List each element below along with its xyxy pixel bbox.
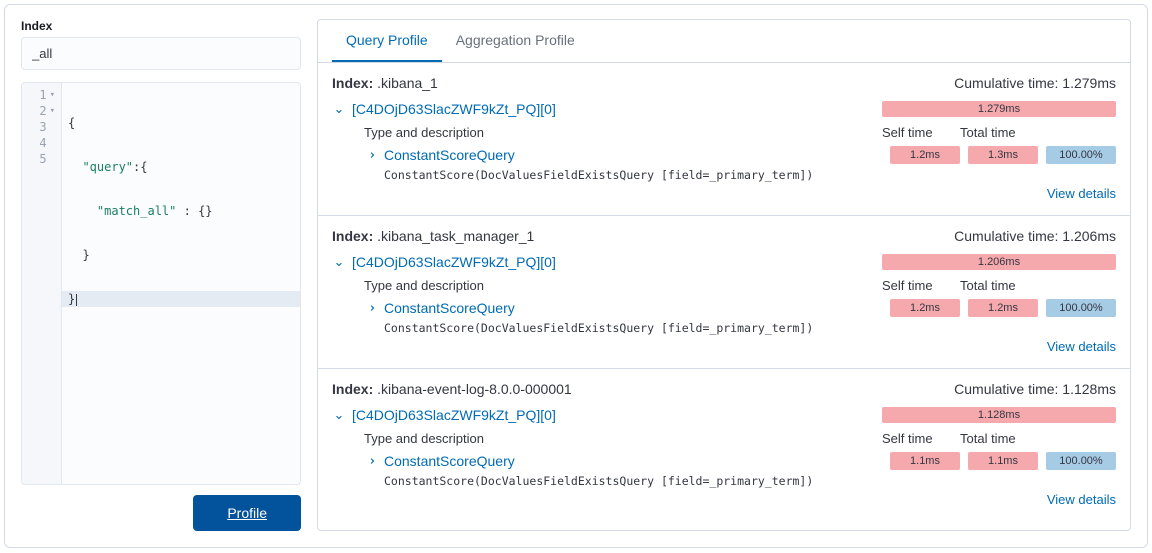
pct-chip: 100.00%	[1046, 146, 1116, 164]
self-time-header: Self time	[882, 431, 960, 446]
self-time-chip: 1.2ms	[890, 299, 960, 317]
self-time-header: Self time	[882, 278, 960, 293]
total-time-chip: 1.3ms	[968, 146, 1038, 164]
self-time-chip: 1.1ms	[890, 452, 960, 470]
query-detail: ConstantScore(DocValuesFieldExistsQuery …	[332, 168, 1116, 182]
index-name: Index: .kibana-event-log-8.0.0-000001	[332, 381, 572, 397]
type-description-header: Type and description	[364, 125, 882, 140]
index-input[interactable]	[21, 37, 301, 70]
chevron-down-icon[interactable]: ⌄	[332, 254, 346, 270]
profiler-panel: Index 1▾ 2▾ 3▾ 4▾ 5▾ { "query":{ "match_…	[4, 4, 1148, 548]
type-description-header: Type and description	[364, 431, 882, 446]
view-details-link[interactable]: View details	[1047, 339, 1116, 354]
editor-gutter: 1▾ 2▾ 3▾ 4▾ 5▾	[22, 83, 62, 484]
chevron-right-icon[interactable]: ⌄	[362, 148, 378, 162]
chevron-down-icon[interactable]: ⌄	[332, 101, 346, 117]
shard-link[interactable]: [C4DOjD63SlacZWF9kZt_PQ][0]	[352, 254, 556, 270]
total-time-header: Total time	[960, 125, 1038, 140]
cumulative-time: Cumulative time: 1.206ms	[954, 228, 1116, 244]
view-details-link[interactable]: View details	[1047, 186, 1116, 201]
total-time-chip: 1.2ms	[968, 299, 1038, 317]
result-block: Index: .kibana_task_manager_1 Cumulative…	[318, 216, 1130, 369]
total-time-bar: 1.128ms	[882, 407, 1116, 423]
query-name-link[interactable]: ⌄ ConstantScoreQuery	[364, 453, 882, 469]
results-list[interactable]: Index: .kibana_1 Cumulative time: 1.279m…	[318, 63, 1130, 530]
total-time-header: Total time	[960, 278, 1038, 293]
results-pane: Query Profile Aggregation Profile Index:…	[317, 19, 1131, 531]
view-details-link[interactable]: View details	[1047, 492, 1116, 507]
pct-chip: 100.00%	[1046, 452, 1116, 470]
shard-link[interactable]: [C4DOjD63SlacZWF9kZt_PQ][0]	[352, 407, 556, 423]
editor-code[interactable]: { "query":{ "match_all" : {} } }	[62, 83, 300, 484]
left-pane: Index 1▾ 2▾ 3▾ 4▾ 5▾ { "query":{ "match_…	[21, 19, 301, 531]
self-time-header: Self time	[882, 125, 960, 140]
shard-link[interactable]: [C4DOjD63SlacZWF9kZt_PQ][0]	[352, 101, 556, 117]
tab-aggregation-profile[interactable]: Aggregation Profile	[442, 20, 589, 62]
chevron-right-icon[interactable]: ⌄	[362, 454, 378, 468]
cumulative-time: Cumulative time: 1.128ms	[954, 381, 1116, 397]
chevron-down-icon[interactable]: ⌄	[332, 407, 346, 423]
index-label: Index	[21, 19, 301, 33]
type-description-header: Type and description	[364, 278, 882, 293]
self-time-chip: 1.2ms	[890, 146, 960, 164]
index-name: Index: .kibana_task_manager_1	[332, 228, 534, 244]
pct-chip: 100.00%	[1046, 299, 1116, 317]
total-time-bar: 1.279ms	[882, 101, 1116, 117]
result-block: Index: .kibana-event-log-8.0.0-000001 Cu…	[318, 369, 1130, 521]
tab-query-profile[interactable]: Query Profile	[332, 20, 442, 62]
total-time-bar: 1.206ms	[882, 254, 1116, 270]
result-block: Index: .kibana_1 Cumulative time: 1.279m…	[318, 63, 1130, 216]
index-name: Index: .kibana_1	[332, 75, 438, 91]
total-time-chip: 1.1ms	[968, 452, 1038, 470]
query-detail: ConstantScore(DocValuesFieldExistsQuery …	[332, 321, 1116, 335]
query-name-link[interactable]: ⌄ ConstantScoreQuery	[364, 147, 882, 163]
total-time-header: Total time	[960, 431, 1038, 446]
profile-button[interactable]: Profile	[193, 495, 301, 531]
tabs: Query Profile Aggregation Profile	[318, 20, 1130, 63]
query-name-link[interactable]: ⌄ ConstantScoreQuery	[364, 300, 882, 316]
query-detail: ConstantScore(DocValuesFieldExistsQuery …	[332, 474, 1116, 488]
cumulative-time: Cumulative time: 1.279ms	[954, 75, 1116, 91]
chevron-right-icon[interactable]: ⌄	[362, 301, 378, 315]
query-editor[interactable]: 1▾ 2▾ 3▾ 4▾ 5▾ { "query":{ "match_all" :…	[21, 82, 301, 485]
